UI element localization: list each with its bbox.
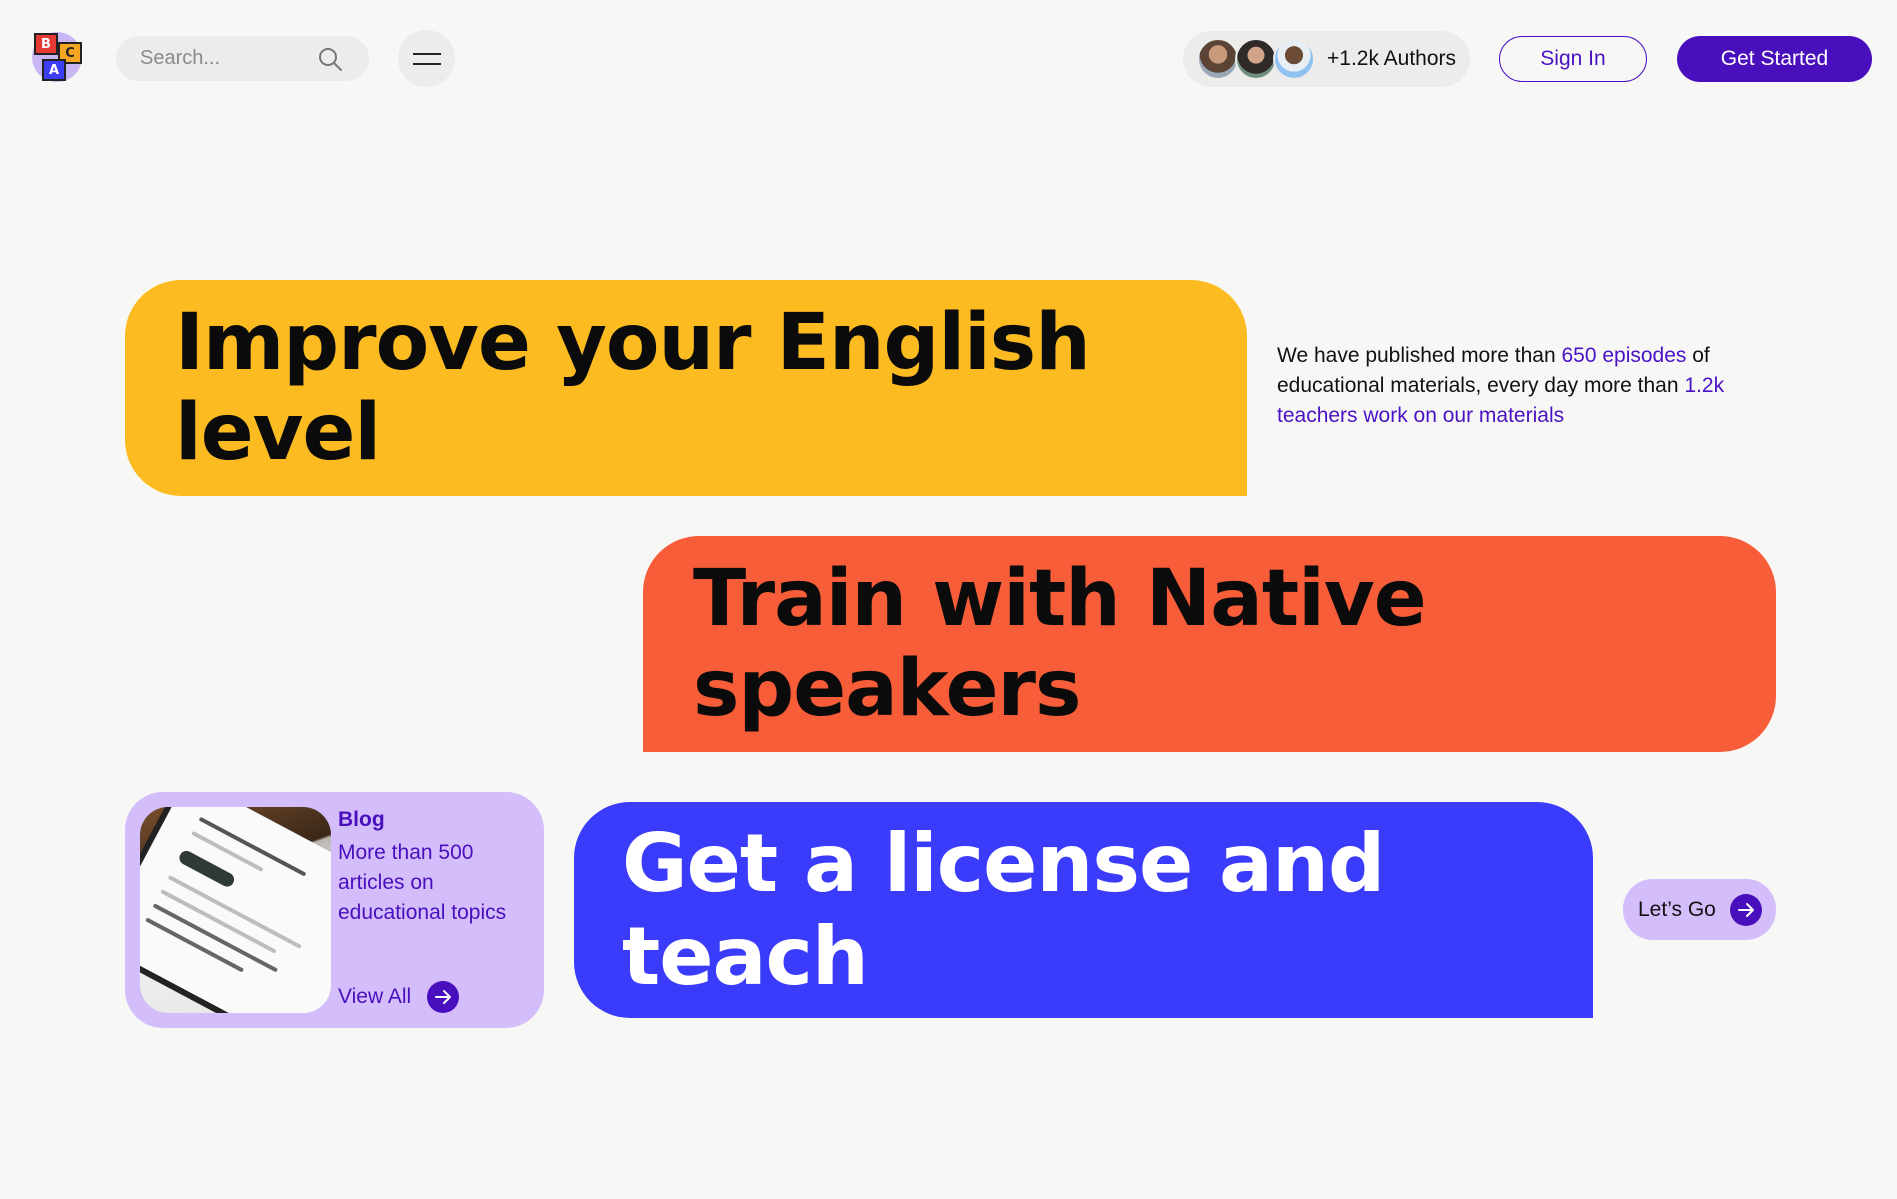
authors-count: +1.2k Authors [1327, 47, 1457, 70]
hero-card-improve: Improve your English level [125, 280, 1247, 496]
hero-headline: Improve your English level [175, 298, 1091, 478]
search-bar [116, 36, 369, 81]
get-started-button[interactable]: Get Started [1677, 36, 1872, 82]
intro-text: We have published more than 650 episodes… [1277, 344, 1725, 427]
authors-badge[interactable]: +1.2k Authors [1183, 31, 1470, 87]
sign-in-button[interactable]: Sign In [1499, 36, 1647, 82]
blog-description: More than 500 articles on educational to… [338, 841, 507, 924]
search-input[interactable] [140, 36, 320, 81]
logo[interactable]: B C A [28, 28, 88, 88]
view-all-label: View All [338, 985, 412, 1008]
avatar [1273, 38, 1315, 80]
arrow-right-icon [1729, 893, 1762, 926]
view-all-link[interactable]: View All [338, 981, 460, 1013]
arrow-right-icon[interactable] [427, 981, 460, 1013]
blog-card[interactable]: Blog More than 500 articles on education… [125, 792, 544, 1028]
lets-go-label: Let’s Go [1638, 897, 1716, 921]
avatar [1235, 38, 1277, 80]
logo-block-b: B [34, 33, 58, 55]
hamburger-icon [412, 52, 441, 65]
blog-title: Blog [338, 808, 385, 831]
episodes-highlight: 650 episodes [1561, 344, 1687, 367]
search-icon[interactable] [317, 46, 343, 72]
avatar [1197, 38, 1239, 80]
menu-button[interactable] [398, 30, 455, 87]
hero-card-train: Train with Native speakers [643, 536, 1776, 752]
logo-block-a: A [42, 59, 66, 81]
blog-thumbnail [140, 807, 331, 1013]
hero-headline: Train with Native speakers [693, 554, 1427, 734]
hero-card-license: Get a license and teach [574, 802, 1593, 1018]
hero-headline: Get a license and teach [622, 817, 1385, 1003]
lets-go-button[interactable]: Let’s Go [1623, 879, 1776, 940]
